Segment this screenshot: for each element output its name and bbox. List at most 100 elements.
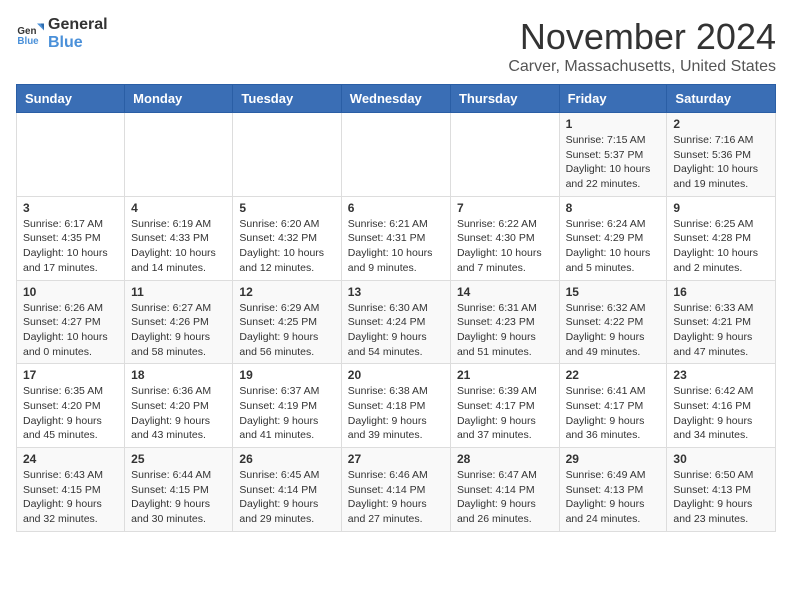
calendar-day-cell: 16 Sunrise: 6:33 AM Sunset: 4:21 PM Dayli… <box>667 280 776 364</box>
day-number: 23 <box>673 368 769 382</box>
calendar-day-header: Sunday <box>17 85 125 113</box>
day-info: Sunrise: 6:43 AM Sunset: 4:15 PM Dayligh… <box>23 468 118 527</box>
calendar-day-cell <box>233 113 341 197</box>
calendar-day-cell: 2 Sunrise: 7:16 AM Sunset: 5:36 PM Daylig… <box>667 113 776 197</box>
day-number: 21 <box>457 368 553 382</box>
day-info: Sunrise: 6:22 AM Sunset: 4:30 PM Dayligh… <box>457 217 553 276</box>
day-number: 22 <box>566 368 661 382</box>
day-number: 16 <box>673 285 769 299</box>
calendar-week-row: 10 Sunrise: 6:26 AM Sunset: 4:27 PM Dayli… <box>17 280 776 364</box>
day-info: Sunrise: 6:21 AM Sunset: 4:31 PM Dayligh… <box>348 217 444 276</box>
calendar-day-cell: 17Sunrise: 6:35 AM Sunset: 4:20 PM Dayli… <box>17 364 125 448</box>
day-number: 6 <box>348 201 444 215</box>
day-number: 8 <box>566 201 661 215</box>
day-info: Sunrise: 6:32 AM Sunset: 4:22 PM Dayligh… <box>566 301 661 360</box>
calendar-day-header: Friday <box>559 85 667 113</box>
calendar-day-cell: 3Sunrise: 6:17 AM Sunset: 4:35 PM Daylig… <box>17 196 125 280</box>
calendar-day-header: Thursday <box>450 85 559 113</box>
day-number: 25 <box>131 452 226 466</box>
day-info: Sunrise: 6:46 AM Sunset: 4:14 PM Dayligh… <box>348 468 444 527</box>
day-info: Sunrise: 6:50 AM Sunset: 4:13 PM Dayligh… <box>673 468 769 527</box>
day-number: 20 <box>348 368 444 382</box>
day-info: Sunrise: 6:19 AM Sunset: 4:33 PM Dayligh… <box>131 217 226 276</box>
calendar-day-cell: 8 Sunrise: 6:24 AM Sunset: 4:29 PM Daylig… <box>559 196 667 280</box>
calendar-day-cell: 30 Sunrise: 6:50 AM Sunset: 4:13 PM Dayli… <box>667 448 776 532</box>
calendar-day-cell <box>450 113 559 197</box>
day-info: Sunrise: 7:15 AM Sunset: 5:37 PM Dayligh… <box>566 133 661 192</box>
calendar-day-cell: 19Sunrise: 6:37 AM Sunset: 4:19 PM Dayli… <box>233 364 341 448</box>
calendar-week-row: 1 Sunrise: 7:15 AM Sunset: 5:37 PM Daylig… <box>17 113 776 197</box>
calendar-day-cell <box>341 113 450 197</box>
day-info: Sunrise: 6:39 AM Sunset: 4:17 PM Dayligh… <box>457 384 553 443</box>
month-title: November 2024 <box>508 16 776 58</box>
day-number: 10 <box>23 285 118 299</box>
day-number: 12 <box>239 285 334 299</box>
location-title: Carver, Massachusetts, United States <box>508 58 776 76</box>
day-info: Sunrise: 6:26 AM Sunset: 4:27 PM Dayligh… <box>23 301 118 360</box>
day-number: 9 <box>673 201 769 215</box>
day-number: 30 <box>673 452 769 466</box>
day-info: Sunrise: 6:42 AM Sunset: 4:16 PM Dayligh… <box>673 384 769 443</box>
calendar-day-cell: 26 Sunrise: 6:45 AM Sunset: 4:14 PM Dayli… <box>233 448 341 532</box>
calendar-day-header: Monday <box>125 85 233 113</box>
day-info: Sunrise: 6:24 AM Sunset: 4:29 PM Dayligh… <box>566 217 661 276</box>
calendar-day-cell: 9Sunrise: 6:25 AM Sunset: 4:28 PM Daylig… <box>667 196 776 280</box>
calendar-day-cell: 28Sunrise: 6:47 AM Sunset: 4:14 PM Dayli… <box>450 448 559 532</box>
calendar-day-cell <box>17 113 125 197</box>
day-info: Sunrise: 6:49 AM Sunset: 4:13 PM Dayligh… <box>566 468 661 527</box>
day-info: Sunrise: 6:30 AM Sunset: 4:24 PM Dayligh… <box>348 301 444 360</box>
day-number: 26 <box>239 452 334 466</box>
day-info: Sunrise: 6:17 AM Sunset: 4:35 PM Dayligh… <box>23 217 118 276</box>
calendar-week-row: 3Sunrise: 6:17 AM Sunset: 4:35 PM Daylig… <box>17 196 776 280</box>
day-info: Sunrise: 6:38 AM Sunset: 4:18 PM Dayligh… <box>348 384 444 443</box>
calendar-day-cell: 6 Sunrise: 6:21 AM Sunset: 4:31 PM Daylig… <box>341 196 450 280</box>
calendar-day-cell: 24 Sunrise: 6:43 AM Sunset: 4:15 PM Dayli… <box>17 448 125 532</box>
calendar-header-row: SundayMondayTuesdayWednesdayThursdayFrid… <box>17 85 776 113</box>
calendar-day-cell: 12 Sunrise: 6:29 AM Sunset: 4:25 PM Dayli… <box>233 280 341 364</box>
calendar-day-cell: 18Sunrise: 6:36 AM Sunset: 4:20 PM Dayli… <box>125 364 233 448</box>
calendar-day-cell: 1 Sunrise: 7:15 AM Sunset: 5:37 PM Daylig… <box>559 113 667 197</box>
day-info: Sunrise: 6:20 AM Sunset: 4:32 PM Dayligh… <box>239 217 334 276</box>
day-info: Sunrise: 6:29 AM Sunset: 4:25 PM Dayligh… <box>239 301 334 360</box>
day-number: 7 <box>457 201 553 215</box>
calendar-day-cell: 5 Sunrise: 6:20 AM Sunset: 4:32 PM Daylig… <box>233 196 341 280</box>
day-number: 15 <box>566 285 661 299</box>
calendar-day-cell: 4Sunrise: 6:19 AM Sunset: 4:33 PM Daylig… <box>125 196 233 280</box>
day-number: 11 <box>131 285 226 299</box>
calendar-day-cell: 21 Sunrise: 6:39 AM Sunset: 4:17 PM Dayli… <box>450 364 559 448</box>
day-number: 28 <box>457 452 553 466</box>
day-info: Sunrise: 6:37 AM Sunset: 4:19 PM Dayligh… <box>239 384 334 443</box>
day-info: Sunrise: 6:35 AM Sunset: 4:20 PM Dayligh… <box>23 384 118 443</box>
day-info: Sunrise: 6:27 AM Sunset: 4:26 PM Dayligh… <box>131 301 226 360</box>
day-number: 1 <box>566 117 661 131</box>
calendar-day-cell: 29 Sunrise: 6:49 AM Sunset: 4:13 PM Dayli… <box>559 448 667 532</box>
calendar-day-cell: 7 Sunrise: 6:22 AM Sunset: 4:30 PM Daylig… <box>450 196 559 280</box>
logo-icon: Gen Blue <box>16 20 44 48</box>
calendar-day-cell: 25Sunrise: 6:44 AM Sunset: 4:15 PM Dayli… <box>125 448 233 532</box>
calendar-day-cell: 14Sunrise: 6:31 AM Sunset: 4:23 PM Dayli… <box>450 280 559 364</box>
day-info: Sunrise: 6:36 AM Sunset: 4:20 PM Dayligh… <box>131 384 226 443</box>
calendar-day-cell <box>125 113 233 197</box>
calendar-day-cell: 11 Sunrise: 6:27 AM Sunset: 4:26 PM Dayli… <box>125 280 233 364</box>
calendar-day-cell: 13 Sunrise: 6:30 AM Sunset: 4:24 PM Dayli… <box>341 280 450 364</box>
day-number: 13 <box>348 285 444 299</box>
day-info: Sunrise: 6:45 AM Sunset: 4:14 PM Dayligh… <box>239 468 334 527</box>
calendar-day-header: Wednesday <box>341 85 450 113</box>
logo: Gen Blue General Blue <box>16 16 108 51</box>
day-number: 14 <box>457 285 553 299</box>
day-number: 24 <box>23 452 118 466</box>
page-header: Gen Blue General Blue November 2024 Carv… <box>16 16 776 76</box>
calendar-day-cell: 10 Sunrise: 6:26 AM Sunset: 4:27 PM Dayli… <box>17 280 125 364</box>
calendar-day-cell: 27Sunrise: 6:46 AM Sunset: 4:14 PM Dayli… <box>341 448 450 532</box>
day-number: 5 <box>239 201 334 215</box>
calendar-day-header: Tuesday <box>233 85 341 113</box>
day-info: Sunrise: 7:16 AM Sunset: 5:36 PM Dayligh… <box>673 133 769 192</box>
calendar-table: SundayMondayTuesdayWednesdayThursdayFrid… <box>16 84 776 532</box>
calendar-day-cell: 23 Sunrise: 6:42 AM Sunset: 4:16 PM Dayli… <box>667 364 776 448</box>
day-info: Sunrise: 6:33 AM Sunset: 4:21 PM Dayligh… <box>673 301 769 360</box>
logo-general-text: General Blue <box>48 16 108 51</box>
calendar-day-cell: 22 Sunrise: 6:41 AM Sunset: 4:17 PM Dayli… <box>559 364 667 448</box>
day-info: Sunrise: 6:41 AM Sunset: 4:17 PM Dayligh… <box>566 384 661 443</box>
day-number: 29 <box>566 452 661 466</box>
day-number: 2 <box>673 117 769 131</box>
